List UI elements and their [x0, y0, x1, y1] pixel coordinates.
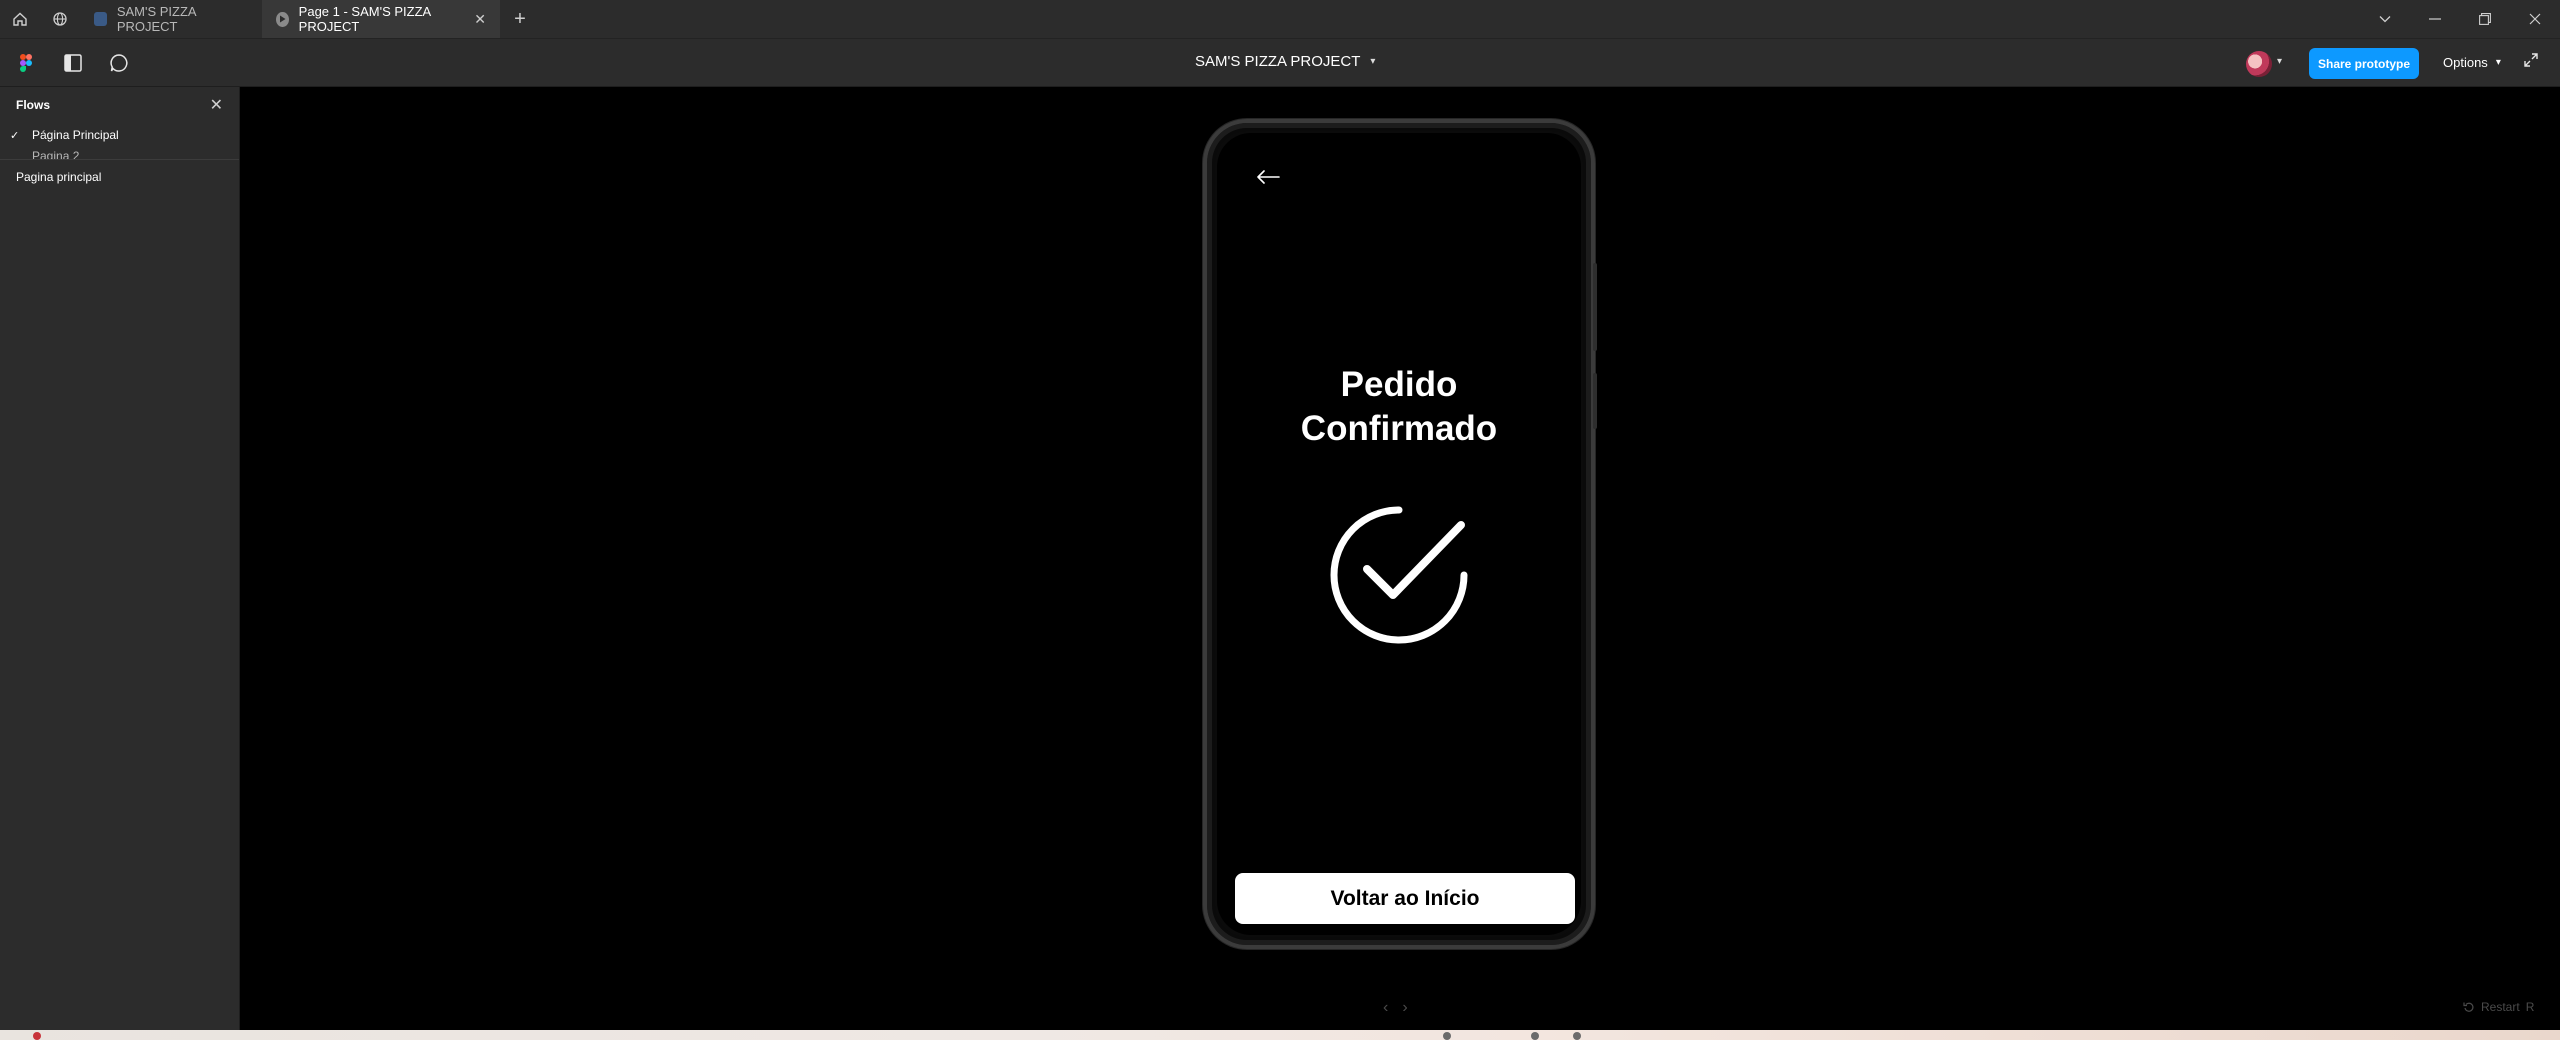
figma-logo-icon[interactable] [14, 51, 38, 75]
tab-label: SAM'S PIZZA PROJECT [116, 4, 196, 34]
check-circle-icon [1327, 503, 1471, 647]
fullscreen-icon[interactable] [2523, 52, 2539, 73]
new-tab-button[interactable]: + [500, 0, 540, 38]
figma-file-icon [94, 12, 107, 26]
options-menu-button[interactable]: Options ▾ [2443, 55, 2501, 70]
sidebar-toggle-icon[interactable] [61, 51, 85, 75]
tab-list-chevron-icon[interactable] [2360, 0, 2410, 38]
flows-sidebar: Flows ✕ ✓ Página Principal Pagina 2 Pagi… [0, 87, 240, 1030]
prototype-toolbar: SAM'S PIZZA PROJECT ▾ ▾ Share prototype … [0, 38, 2560, 87]
prototype-canvas: Pedido Confirmado Voltar ao Início ‹ › R… [241, 87, 2560, 1030]
next-frame-icon[interactable]: › [1402, 999, 1407, 1017]
taskbar-app-icon[interactable] [1531, 1032, 1539, 1040]
back-to-home-button[interactable]: Voltar ao Início [1235, 873, 1575, 924]
sidebar-header: Flows ✕ [0, 87, 239, 123]
taskbar-strip [0, 1030, 2560, 1040]
restart-shortcut: R [2525, 1000, 2535, 1014]
play-icon [276, 11, 289, 27]
home-icon[interactable] [0, 0, 40, 38]
restore-button[interactable] [2460, 0, 2510, 38]
close-tab-icon[interactable]: ✕ [474, 11, 486, 28]
minimize-button[interactable] [2410, 0, 2460, 38]
restart-icon [2463, 1002, 2474, 1012]
close-icon[interactable]: ✕ [210, 95, 223, 115]
phone-side-button [1593, 263, 1597, 351]
chevron-down-icon[interactable]: ▾ [2277, 56, 2282, 67]
taskbar-app-icon[interactable] [1443, 1032, 1451, 1040]
confirmation-heading: Pedido Confirmado [1217, 363, 1581, 451]
document-title: SAM'S PIZZA PROJECT [1195, 53, 1361, 70]
phone-frame: Pedido Confirmado Voltar ao Início [1203, 119, 1597, 949]
tab-label: Page 1 - SAM'S PIZZA PROJECT [298, 4, 431, 34]
sidebar-title: Flows [16, 98, 51, 112]
comment-icon[interactable] [107, 51, 131, 75]
page-label[interactable]: Pagina principal [0, 160, 239, 194]
flow-item-pagina-2[interactable]: Pagina 2 [0, 147, 239, 159]
options-label: Options [2443, 55, 2488, 70]
flow-label: Página Principal [32, 128, 119, 142]
flow-item-pagina-principal[interactable]: ✓ Página Principal [0, 123, 239, 147]
phone-screen: Pedido Confirmado Voltar ao Início [1217, 133, 1581, 935]
tab-prototype[interactable]: Page 1 - SAM'S PIZZA PROJECT ✕ [262, 0, 500, 38]
avatar[interactable] [2246, 51, 2272, 77]
frame-navigation: ‹ › [1383, 999, 1408, 1017]
tab-bar: SAM'S PIZZA PROJECT Page 1 - SAM'S PIZZA… [0, 0, 2560, 38]
chevron-down-icon: ▾ [1370, 56, 1376, 67]
taskbar-app-icon[interactable] [33, 1032, 41, 1040]
back-arrow-icon[interactable] [1255, 168, 1281, 186]
globe-icon[interactable] [40, 0, 80, 38]
flow-label: Pagina 2 [32, 149, 80, 159]
heading-line-2: Confirmado [1300, 409, 1498, 448]
taskbar-app-icon[interactable] [1573, 1032, 1581, 1040]
document-title-menu[interactable]: SAM'S PIZZA PROJECT ▾ [1195, 53, 1375, 70]
tab-design-file[interactable]: SAM'S PIZZA PROJECT [80, 0, 262, 38]
check-icon: ✓ [10, 129, 20, 142]
previous-frame-icon[interactable]: ‹ [1383, 999, 1388, 1017]
restart-label: Restart [2481, 1000, 2520, 1014]
close-window-button[interactable] [2510, 0, 2560, 38]
chevron-down-icon: ▾ [2495, 57, 2501, 68]
restart-button[interactable]: Restart R [2463, 1000, 2534, 1014]
heading-line-1: Pedido [1340, 365, 1458, 404]
share-prototype-button[interactable]: Share prototype [2309, 48, 2419, 79]
phone-side-button [1593, 373, 1597, 429]
